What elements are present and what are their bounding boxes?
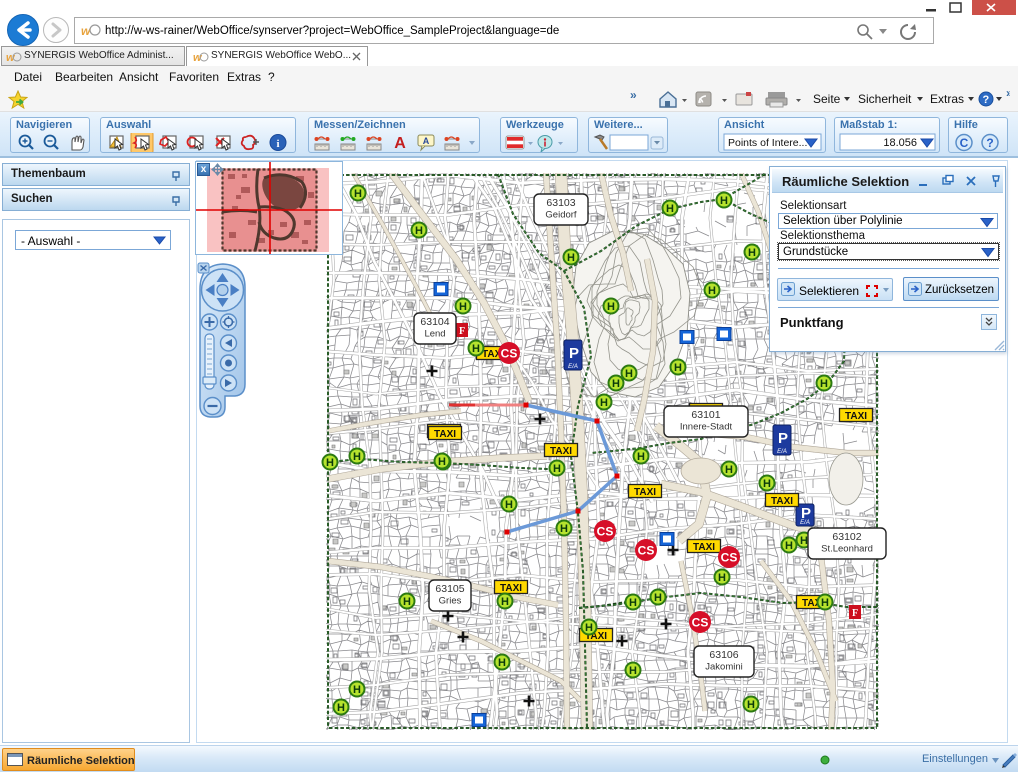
svg-text:»: » bbox=[630, 88, 637, 102]
svg-text:H: H bbox=[625, 368, 633, 380]
svg-text:St.Leonhard: St.Leonhard bbox=[821, 544, 873, 555]
svg-text:H: H bbox=[403, 596, 411, 608]
svg-text:Lend: Lend bbox=[424, 329, 445, 340]
svg-text:63103: 63103 bbox=[546, 197, 575, 209]
svg-text:H: H bbox=[553, 463, 561, 475]
svg-text:»: » bbox=[1006, 87, 1010, 100]
svg-text:H: H bbox=[785, 540, 793, 552]
svg-text:?: ? bbox=[986, 136, 993, 150]
svg-text:H: H bbox=[747, 699, 755, 711]
svg-text:TAXI: TAXI bbox=[634, 487, 656, 498]
svg-text:TAXI: TAXI bbox=[845, 411, 867, 422]
svg-text:CS: CS bbox=[692, 616, 709, 630]
svg-text:H: H bbox=[708, 285, 716, 297]
svg-text:H: H bbox=[560, 523, 568, 535]
svg-text:CS: CS bbox=[597, 525, 614, 539]
svg-text:H: H bbox=[666, 203, 674, 215]
svg-text:H: H bbox=[720, 195, 728, 207]
svg-text:H: H bbox=[637, 451, 645, 463]
svg-text:?: ? bbox=[983, 94, 990, 106]
svg-text:H: H bbox=[353, 684, 361, 696]
svg-text:63105: 63105 bbox=[435, 583, 464, 595]
svg-text:TAXI: TAXI bbox=[771, 496, 793, 507]
svg-text:H: H bbox=[725, 464, 733, 476]
svg-text:H: H bbox=[354, 188, 362, 200]
svg-text:H: H bbox=[763, 478, 771, 490]
svg-text:A: A bbox=[423, 136, 430, 146]
svg-text:Innere-Stadt: Innere-Stadt bbox=[680, 422, 733, 433]
svg-text:Gries: Gries bbox=[439, 596, 462, 607]
svg-text:H: H bbox=[800, 535, 808, 547]
svg-text:H: H bbox=[820, 378, 828, 390]
svg-text:TAXI: TAXI bbox=[693, 542, 715, 553]
svg-text:H: H bbox=[326, 457, 334, 469]
svg-text:H: H bbox=[501, 596, 509, 608]
svg-text:CS: CS bbox=[721, 551, 738, 565]
svg-text:E/A: E/A bbox=[777, 449, 787, 455]
svg-text:TAXI: TAXI bbox=[434, 429, 456, 440]
svg-text:H: H bbox=[629, 597, 637, 609]
svg-text:Extras: Extras bbox=[930, 92, 964, 106]
svg-text:F: F bbox=[852, 608, 858, 619]
svg-text:63106: 63106 bbox=[709, 649, 738, 661]
svg-text:Geidorf: Geidorf bbox=[545, 210, 577, 221]
svg-text:H: H bbox=[821, 597, 829, 609]
svg-text:P: P bbox=[569, 345, 579, 362]
svg-text:TAXI: TAXI bbox=[550, 446, 572, 457]
svg-text:63104: 63104 bbox=[420, 316, 449, 328]
svg-text:H: H bbox=[337, 702, 345, 714]
svg-text:CS: CS bbox=[501, 347, 518, 361]
svg-text:H: H bbox=[674, 362, 682, 374]
svg-text:H: H bbox=[415, 225, 423, 237]
svg-text:H: H bbox=[505, 499, 513, 511]
svg-text:18.056: 18.056 bbox=[883, 137, 917, 149]
svg-text:H: H bbox=[600, 397, 608, 409]
svg-text:H: H bbox=[607, 301, 615, 313]
svg-text:E/A: E/A bbox=[568, 364, 578, 370]
svg-text:H: H bbox=[567, 252, 575, 264]
svg-text:H: H bbox=[654, 592, 662, 604]
svg-text:H: H bbox=[629, 665, 637, 677]
svg-text:F: F bbox=[459, 326, 465, 337]
svg-text:H: H bbox=[353, 451, 361, 463]
svg-text:Seite: Seite bbox=[813, 92, 841, 106]
svg-text:A: A bbox=[394, 135, 406, 152]
svg-text:C: C bbox=[960, 136, 969, 150]
svg-text:H: H bbox=[498, 657, 506, 669]
svg-text:CS: CS bbox=[638, 544, 655, 558]
svg-text:63102: 63102 bbox=[832, 531, 861, 543]
svg-text:H: H bbox=[612, 378, 620, 390]
svg-text:H: H bbox=[438, 456, 446, 468]
svg-text:H: H bbox=[718, 572, 726, 584]
svg-text:E/A: E/A bbox=[800, 520, 810, 526]
svg-text:H: H bbox=[472, 343, 480, 355]
svg-text:Sicherheit: Sicherheit bbox=[858, 92, 912, 106]
svg-text:TAXI: TAXI bbox=[500, 583, 522, 594]
svg-text:H: H bbox=[748, 247, 756, 259]
svg-text:Points of Intere...: Points of Intere... bbox=[728, 137, 807, 149]
svg-text:i: i bbox=[276, 138, 279, 150]
svg-text:H: H bbox=[585, 622, 593, 634]
svg-text:H: H bbox=[459, 301, 467, 313]
svg-text:Jakomini: Jakomini bbox=[705, 662, 743, 673]
svg-text:P: P bbox=[778, 430, 788, 447]
svg-text:63101: 63101 bbox=[691, 409, 720, 421]
